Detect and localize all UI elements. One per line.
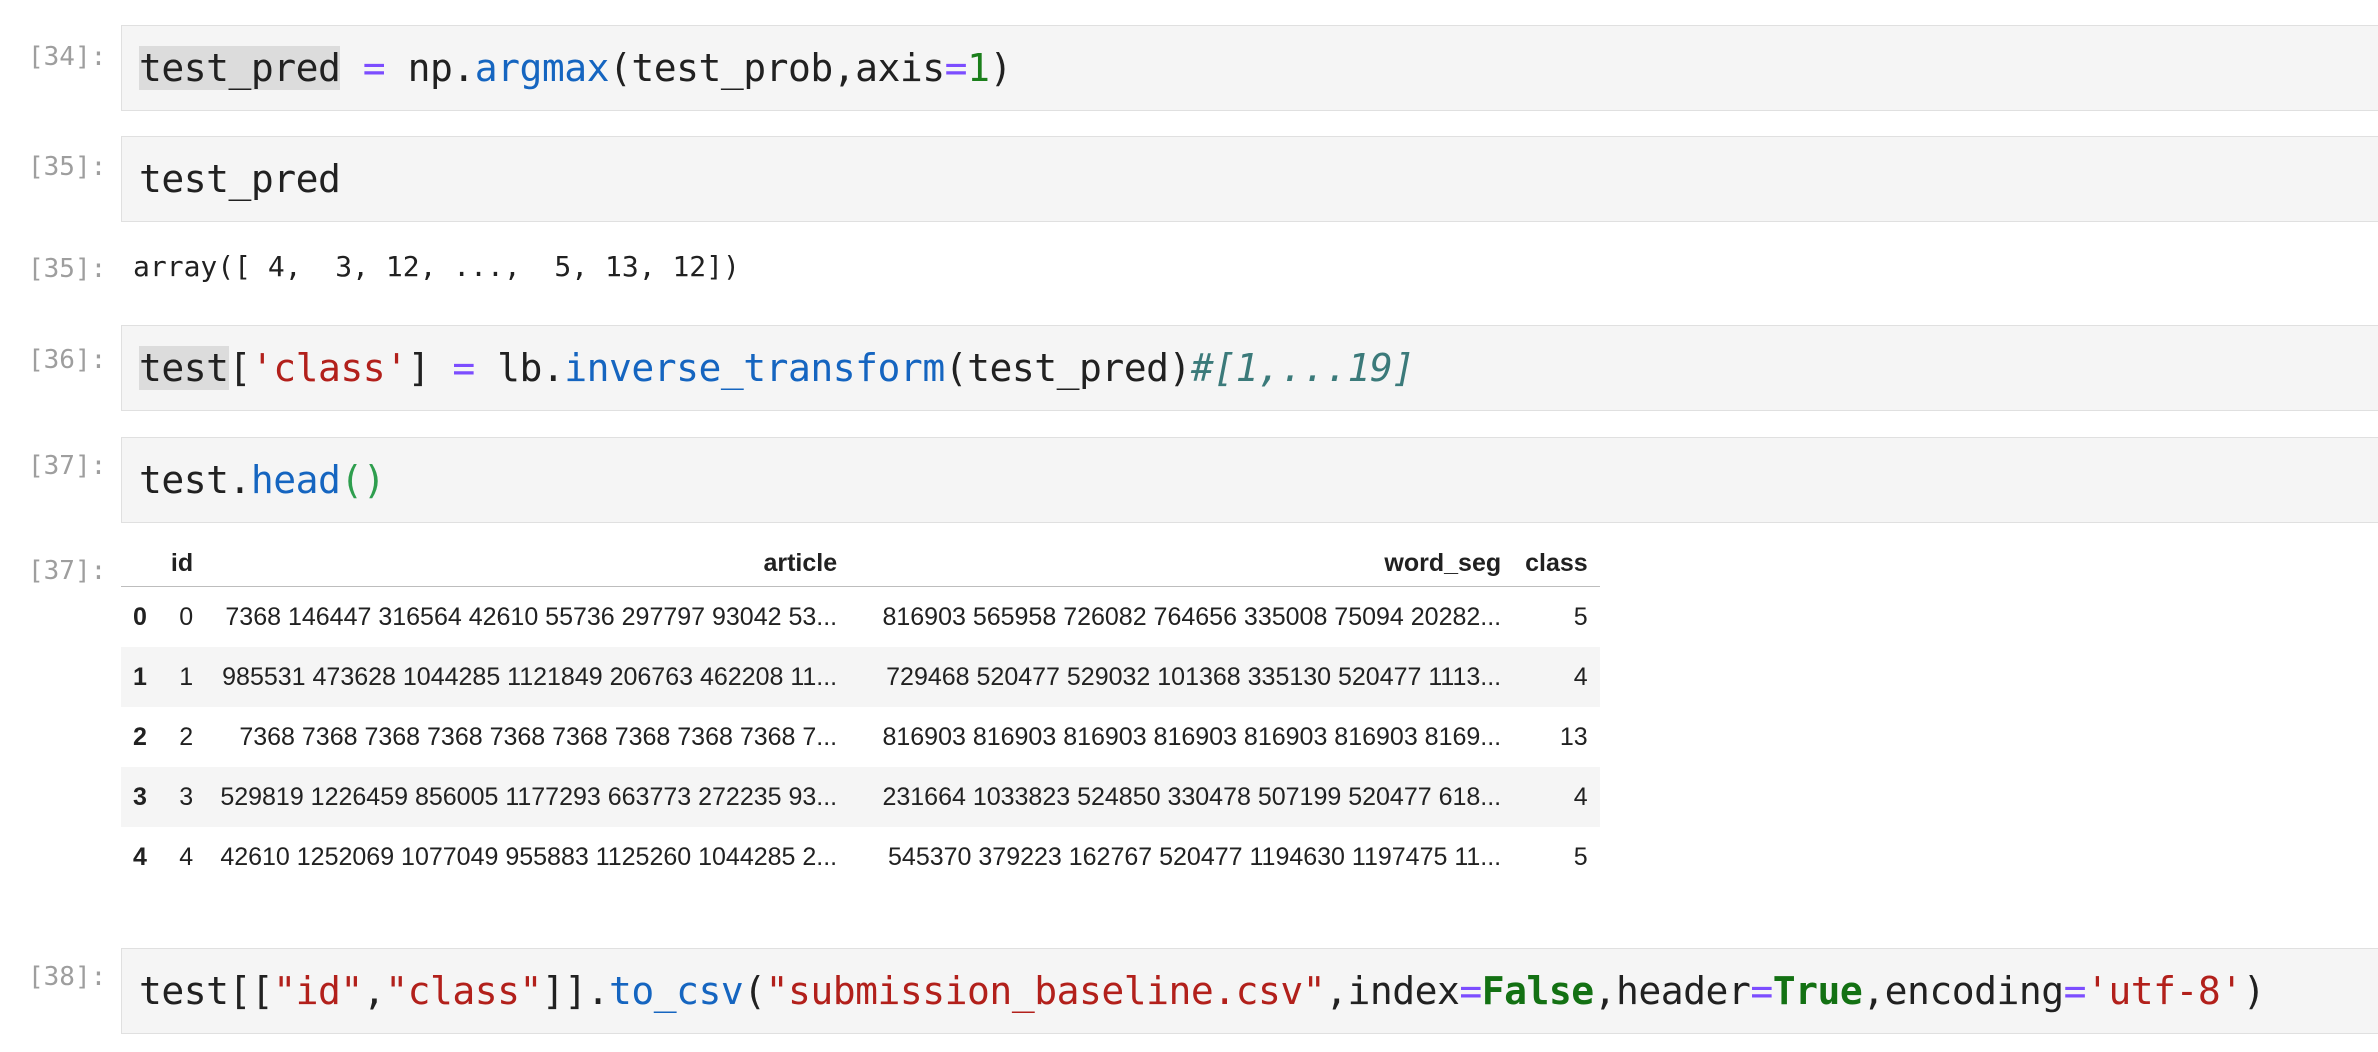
code-cell-36[interactable]: test['class'] = lb.inverse_transform(tes…: [121, 325, 2378, 411]
output-prompt-37: [37]:: [28, 556, 107, 586]
token-op: =: [452, 346, 475, 390]
token-eq: =: [944, 46, 968, 90]
token-eq: =: [1459, 969, 1482, 1013]
cell-class: 5: [1573, 842, 1588, 871]
column-header-article: article: [205, 540, 850, 587]
table-header-row: id article word_seg class: [121, 540, 1600, 587]
cell-id: 0: [179, 602, 194, 631]
column-header-index: [121, 540, 159, 587]
token-str: 'utf-8': [2086, 969, 2243, 1013]
row-index: 0: [133, 602, 147, 631]
row-index: 3: [133, 782, 147, 811]
code-line: test_pred: [139, 157, 341, 201]
code-line: test[["id","class"]].to_csv("submission_…: [139, 969, 2266, 1013]
output-prompt-35: [35]:: [28, 254, 107, 284]
cell-article: 7368 146447 316564 42610 55736 297797 93…: [225, 602, 838, 631]
code-cell-38[interactable]: test[["id","class"]].to_csv("submission_…: [121, 948, 2378, 1034]
column-header-word-seg: word_seg: [849, 540, 1514, 587]
cell-id: 4: [179, 842, 194, 871]
cell-id: 2: [179, 722, 194, 751]
dataframe-output: id article word_seg class 0 0 7368 14644…: [121, 540, 1600, 887]
token-fn: inverse_transform: [564, 346, 945, 390]
token-paren: ): [2242, 969, 2266, 1013]
token-obj: test[[: [139, 969, 274, 1013]
code-cell-34[interactable]: test_pred = np.argmax(test_prob,axis=1): [121, 25, 2378, 111]
column-header-id: id: [158, 540, 206, 587]
token-comma: ,: [362, 969, 386, 1013]
token-op: =: [362, 46, 386, 90]
token-keyword: True: [1772, 969, 1863, 1013]
row-index: 4: [133, 842, 147, 871]
token-str: "class": [385, 969, 542, 1013]
code-cell-37[interactable]: test.head(): [121, 437, 2378, 523]
cell-prompt-34: [34]:: [28, 42, 107, 72]
token-bracket: ]].: [541, 969, 610, 1013]
token-keyword: False: [1481, 969, 1594, 1013]
token-fn: argmax: [474, 46, 610, 90]
token-args: (test_pred): [944, 346, 1192, 390]
token-arg: ,index: [1325, 969, 1460, 1013]
token-comment: #[1,...19]: [1190, 346, 1415, 390]
cell-class: 5: [1573, 602, 1588, 631]
column-header-class: class: [1513, 540, 1600, 587]
cell-class: 4: [1573, 662, 1588, 691]
token-module: np.: [407, 46, 476, 90]
cell-prompt-37: [37]:: [28, 451, 107, 481]
token-var: test_pred: [139, 46, 341, 90]
token-eq: =: [2063, 969, 2087, 1013]
cell-word-seg: 231664 1033823 524850 330478 507199 5204…: [882, 782, 1502, 811]
cell-article: 42610 1252069 1077049 955883 1125260 104…: [220, 842, 838, 871]
token-close: ): [989, 46, 1012, 90]
cell-article: 7368 7368 7368 7368 7368 7368 7368 7368 …: [239, 722, 838, 751]
token-str: "id": [273, 969, 363, 1013]
cell-prompt-35: [35]:: [28, 152, 107, 182]
table-row: 0 0 7368 146447 316564 42610 55736 29779…: [121, 587, 1600, 648]
cell-article: 985531 473628 1044285 1121849 206763 462…: [222, 662, 838, 691]
cell-article: 529819 1226459 856005 1177293 663773 272…: [220, 782, 838, 811]
code-line: test_pred = np.argmax(test_prob,axis=1): [139, 46, 1012, 90]
token-bracket: [: [228, 346, 252, 390]
token-module: lb.: [497, 346, 565, 390]
token-num: 1: [967, 46, 990, 90]
token-var: test: [139, 346, 229, 390]
code-line: test['class'] = lb.inverse_transform(tes…: [139, 346, 1415, 390]
token-paren: (: [743, 969, 766, 1013]
table-row: 1 1 985531 473628 1044285 1121849 206763…: [121, 647, 1600, 707]
cell-word-seg: 816903 565958 726082 764656 335008 75094…: [882, 602, 1502, 631]
token-arg: ,header: [1593, 969, 1751, 1013]
token-bracket: ]: [407, 346, 431, 390]
cell-prompt-38: [38]:: [28, 962, 107, 992]
cell-id: 1: [179, 662, 194, 691]
token-args: (test_prob,axis: [609, 46, 945, 90]
row-index: 2: [133, 722, 147, 751]
row-index: 1: [133, 662, 147, 691]
code-cell-35[interactable]: test_pred: [121, 136, 2378, 222]
table-row: 2 2 7368 7368 7368 7368 7368 7368 7368 7…: [121, 707, 1600, 767]
token-eq: =: [1750, 969, 1773, 1013]
cell-class: 13: [1559, 722, 1588, 751]
token-paren: (): [340, 458, 386, 502]
table-row: 3 3 529819 1226459 856005 1177293 663773…: [121, 767, 1600, 827]
token-fn: head: [250, 458, 341, 502]
token-obj: test.: [139, 458, 251, 502]
cell-word-seg: 545370 379223 162767 520477 1194630 1197…: [888, 842, 1502, 871]
token-str: "submission_baseline.csv": [765, 969, 1326, 1013]
cell-id: 3: [179, 782, 194, 811]
table-row: 4 4 42610 1252069 1077049 955883 1125260…: [121, 827, 1600, 887]
code-line: test.head(): [139, 458, 386, 502]
output-array: array([ 4, 3, 12, ..., 5, 13, 12]): [133, 250, 740, 283]
cell-prompt-36: [36]:: [28, 345, 107, 375]
token-str: 'class': [250, 346, 408, 390]
cell-word-seg: 729468 520477 529032 101368 335130 52047…: [886, 662, 1502, 691]
cell-word-seg: 816903 816903 816903 816903 816903 81690…: [882, 722, 1502, 751]
cell-class: 4: [1573, 782, 1588, 811]
token-fn: to_csv: [608, 969, 744, 1013]
token-arg: ,encoding: [1862, 969, 2064, 1013]
